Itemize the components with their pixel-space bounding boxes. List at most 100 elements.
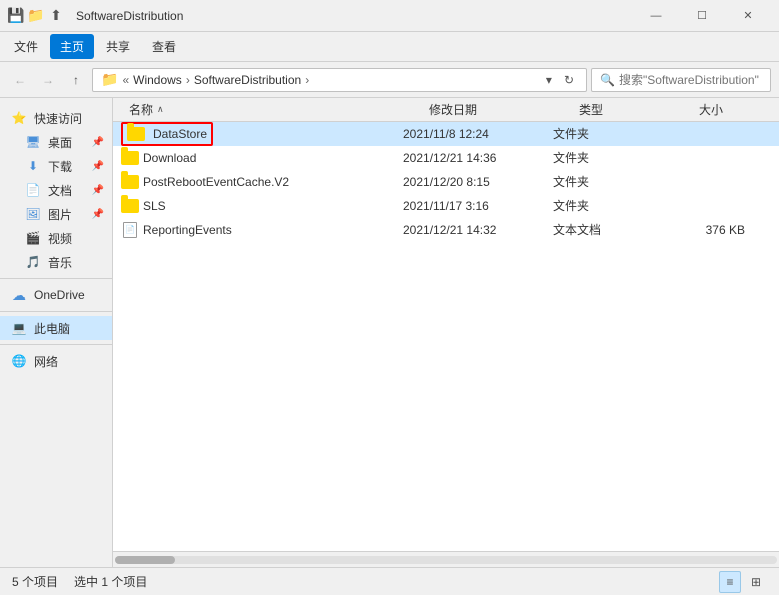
pin-icon-download: 📌 [92,161,104,172]
address-refresh-button[interactable]: ↻ [560,73,578,87]
videos-icon: 🎬 [24,229,42,247]
col-header-date[interactable]: 修改日期 [421,99,571,120]
pictures-label: 图片 [48,206,86,223]
thispc-label: 此电脑 [34,320,104,337]
window-title: SoftwareDistribution [72,9,633,23]
close-button[interactable]: ✕ [725,0,771,32]
hscroll-track [115,556,777,564]
sort-arrow: ∧ [157,104,164,115]
sidebar-item-download[interactable]: ⬇ 下载 📌 [0,154,112,178]
file-date-postreboot: 2021/12/20 8:15 [403,175,553,189]
desktop-label: 桌面 [48,134,86,151]
pin-icon-desktop: 📌 [92,137,104,148]
content-area: 名称 ∧ 修改日期 类型 大小 [113,98,779,567]
onedrive-section: ☁ OneDrive [0,283,112,307]
search-input[interactable] [619,73,774,87]
thispc-section: 💻 此电脑 [0,316,112,340]
main-area: ⭐ 快速访问 🖥 桌面 📌 ⬇ 下载 📌 📄 文档 📌 🖼 图片 � [0,98,779,567]
music-icon: 🎵 [24,253,42,271]
view-details-button[interactable]: ≡ [719,571,741,593]
file-name-sls: SLS [121,197,403,215]
videos-label: 视频 [48,230,104,247]
menu-home[interactable]: 主页 [50,34,94,59]
folder-icon-download [121,149,139,167]
file-date-sls: 2021/11/17 3:16 [403,199,553,213]
file-row-download[interactable]: Download 2021/12/21 14:36 文件夹 [113,146,779,170]
horizontal-scrollbar[interactable] [113,551,779,567]
file-name-download: Download [121,149,403,167]
minimize-button[interactable]: — [633,0,679,32]
search-icon: 🔍 [600,73,615,87]
star-icon: ⭐ [10,109,28,127]
search-bar[interactable]: 🔍 [591,68,771,92]
maximize-button[interactable]: ☐ [679,0,725,32]
sidebar-separator2 [0,311,112,312]
title-bar-controls: — ☐ ✕ [633,0,771,32]
doc-icon-reportingevents: 📄 [121,221,139,239]
col-header-type[interactable]: 类型 [571,99,691,120]
title-bar-icons: 💾 📁 ⬆ [8,8,64,24]
back-button[interactable]: ← [8,68,32,92]
sidebar-item-network[interactable]: 🌐 网络 [0,349,112,373]
file-row-reportingevents[interactable]: 📄 ReportingEvents 2021/12/21 14:32 文本文档 … [113,218,779,242]
menu-view[interactable]: 查看 [142,34,186,59]
file-list: DataStore 2021/11/8 12:24 文件夹 Download 2… [113,122,779,551]
sidebar: ⭐ 快速访问 🖥 桌面 📌 ⬇ 下载 📌 📄 文档 📌 🖼 图片 � [0,98,113,567]
file-name-postreboot: PostRebootEventCache.V2 [121,173,403,191]
sidebar-item-thispc[interactable]: 💻 此电脑 [0,316,112,340]
file-date-datastore: 2021/11/8 12:24 [403,127,553,141]
menu-file[interactable]: 文件 [4,34,48,59]
folder-icon-sls [121,197,139,215]
breadcrumb-sep3: › [305,73,309,87]
forward-button[interactable]: → [36,68,60,92]
pc-icon: 💻 [10,319,28,337]
nav-bar: ← → ↑ 📁 « Windows › SoftwareDistribution… [0,62,779,98]
sidebar-item-pictures[interactable]: 🖼 图片 📌 [0,202,112,226]
address-bar[interactable]: 📁 « Windows › SoftwareDistribution › ▾ ↻ [92,68,587,92]
breadcrumb-sep2: › [186,73,190,87]
sidebar-item-music[interactable]: 🎵 音乐 [0,250,112,274]
menu-share[interactable]: 共享 [96,34,140,59]
sidebar-item-onedrive[interactable]: ☁ OneDrive [0,283,112,307]
quick-access-label: 快速访问 [34,110,104,127]
pin-icon-documents: 📌 [92,185,104,196]
file-size-reportingevents: 376 KB [673,223,753,237]
folder-icon-address: 📁 [101,71,118,88]
breadcrumb-softwaredist[interactable]: SoftwareDistribution [194,73,301,87]
col-header-size[interactable]: 大小 [691,99,771,120]
item-count: 5 个项目 [12,573,58,590]
file-row-sls[interactable]: SLS 2021/11/17 3:16 文件夹 [113,194,779,218]
view-controls: ≡ ⊞ [719,571,767,593]
file-row-postreboot[interactable]: PostRebootEventCache.V2 2021/12/20 8:15 … [113,170,779,194]
breadcrumb-windows[interactable]: Windows [133,73,182,87]
folder-icon-datastore [127,125,145,143]
sidebar-item-quick-access[interactable]: ⭐ 快速访问 [0,106,112,130]
network-section: 🌐 网络 [0,349,112,373]
network-icon: 🌐 [10,352,28,370]
download-label: 下载 [48,158,86,175]
folder-icon-title[interactable]: 📁 [28,8,44,24]
file-row-datastore[interactable]: DataStore 2021/11/8 12:24 文件夹 [113,122,779,146]
pictures-icon: 🖼 [24,205,42,223]
sidebar-item-documents[interactable]: 📄 文档 📌 [0,178,112,202]
view-large-icons-button[interactable]: ⊞ [745,571,767,593]
file-date-reportingevents: 2021/12/21 14:32 [403,223,553,237]
address-dropdown-button[interactable]: ▾ [542,73,556,87]
file-type-reportingevents: 文本文档 [553,221,673,238]
save-icon[interactable]: 💾 [8,8,24,24]
cloud-icon: ☁ [10,286,28,304]
file-type-sls: 文件夹 [553,197,673,214]
documents-label: 文档 [48,182,86,199]
selected-count: 选中 1 个项目 [74,573,147,590]
sidebar-item-videos[interactable]: 🎬 视频 [0,226,112,250]
status-bar: 5 个项目 选中 1 个项目 ≡ ⊞ [0,567,779,595]
col-header-name[interactable]: 名称 ∧ [121,99,421,120]
hscroll-thumb[interactable] [115,556,175,564]
folder-icon-postreboot [121,173,139,191]
download-folder-icon: ⬇ [24,157,42,175]
up-icon-title[interactable]: ⬆ [48,8,64,24]
column-headers: 名称 ∧ 修改日期 类型 大小 [113,98,779,122]
breadcrumb: « Windows › SoftwareDistribution › [122,73,537,87]
up-button[interactable]: ↑ [64,68,88,92]
sidebar-item-desktop[interactable]: 🖥 桌面 📌 [0,130,112,154]
